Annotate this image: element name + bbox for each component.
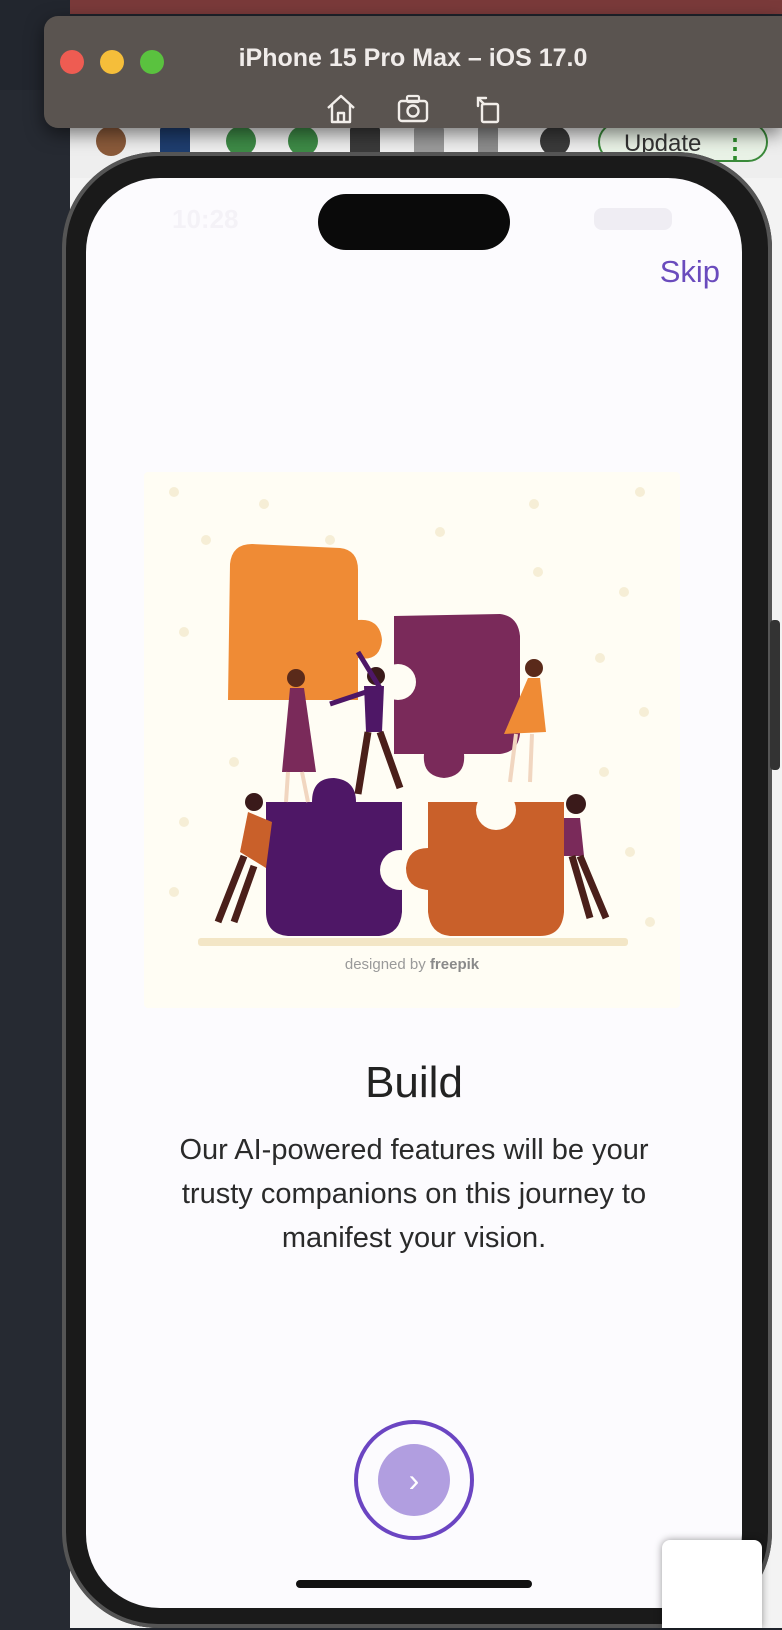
screenshot-thumbnail[interactable]	[662, 1540, 762, 1628]
freepik-logo: freepik	[429, 956, 480, 973]
rust-notch	[476, 790, 516, 830]
battery-icon	[594, 208, 672, 230]
phone-side-button[interactable]	[770, 620, 780, 770]
person-bottom-left-pushing	[214, 793, 272, 924]
fox-extension-icon[interactable]	[96, 126, 126, 156]
onboarding-title: Build	[365, 1058, 463, 1107]
credit-prefix: designed by	[344, 956, 426, 973]
home-indicator[interactable]	[296, 1580, 532, 1588]
onboarding-description: Our AI-powered features will be your tru…	[179, 1134, 649, 1254]
illustration-credit: designed by freepik	[144, 956, 680, 973]
chevron-right-icon: ›	[408, 1462, 420, 1498]
simulator-title: iPhone 15 Pro Max – iOS 17.0	[238, 44, 588, 72]
next-button[interactable]: ›	[378, 1444, 450, 1516]
plum-puzzle-piece	[394, 614, 520, 778]
orange-puzzle-piece	[228, 544, 382, 700]
person-bottom-right-pushing	[564, 794, 610, 920]
desktop-top-strip	[0, 0, 782, 14]
onboarding-illustration: designed by freepik	[144, 472, 680, 1008]
dynamic-island	[318, 194, 510, 250]
plum-notch	[380, 664, 416, 700]
home-icon[interactable]	[324, 92, 358, 126]
screenshot-icon[interactable]	[396, 92, 430, 126]
more-vert-icon[interactable]: ⋮	[722, 128, 748, 168]
status-time: 10:28	[172, 204, 239, 234]
skip-button[interactable]: Skip	[660, 254, 720, 290]
editor-panel	[0, 90, 70, 1630]
ground-line	[198, 938, 628, 946]
puzzle-team-illustration	[169, 487, 655, 946]
next-button-ring[interactable]: ›	[354, 1420, 474, 1540]
rotate-icon[interactable]	[472, 92, 506, 126]
phone-screen: 10:28 Skip designed by freepik Build Our…	[86, 178, 742, 1608]
simulator-titlebar[interactable]: iPhone 15 Pro Max – iOS 17.0	[44, 16, 782, 128]
